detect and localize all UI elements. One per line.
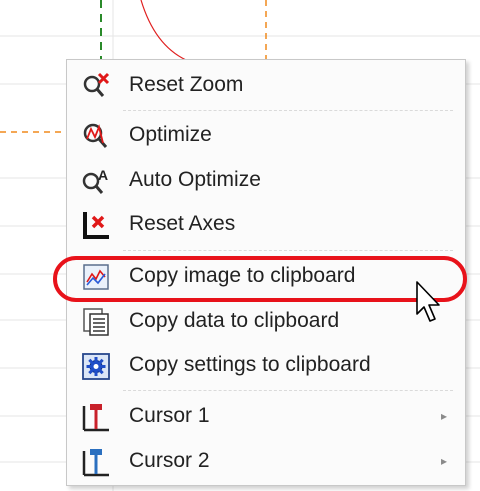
menu-item-cursor-1[interactable]: Cursor 1 ▸ <box>67 395 465 437</box>
menu-item-label: Copy settings to clipboard <box>129 353 371 376</box>
separator <box>123 390 453 391</box>
menu-item-label: Reset Zoom <box>129 73 244 96</box>
auto-optimize-icon: A <box>82 167 108 194</box>
menu-item-auto-optimize[interactable]: A Auto Optimize <box>67 159 465 201</box>
svg-text:A: A <box>98 167 108 183</box>
reset-axes-icon <box>83 212 109 239</box>
copy-data-icon <box>83 308 109 336</box>
menu-item-label: Auto Optimize <box>129 168 261 191</box>
submenu-arrow-icon: ▸ <box>440 409 447 423</box>
optimize-icon <box>83 123 108 148</box>
cursor-1-icon <box>82 404 109 432</box>
cursor-2-icon <box>82 449 109 477</box>
menu-item-copy-settings[interactable]: Copy settings to clipboard <box>67 344 465 386</box>
separator <box>123 110 453 111</box>
red-trace <box>140 0 187 61</box>
menu-item-reset-zoom[interactable]: Reset Zoom <box>67 64 465 106</box>
separator <box>123 250 453 251</box>
highlight-ellipse <box>53 256 467 302</box>
mouse-pointer-icon <box>416 281 440 322</box>
menu-item-label: Optimize <box>129 123 212 146</box>
menu-item-label: Reset Axes <box>129 212 236 235</box>
menu-item-cursor-2[interactable]: Cursor 2 ▸ <box>67 440 465 482</box>
menu-item-reset-axes[interactable]: Reset Axes <box>67 203 465 245</box>
menu-item-label: Copy data to clipboard <box>129 309 340 332</box>
menu-item-optimize[interactable]: Optimize <box>67 114 465 156</box>
menu-item-label: Cursor 2 <box>129 449 210 472</box>
menu-item-label: Cursor 1 <box>129 404 210 427</box>
copy-settings-icon <box>82 353 110 380</box>
reset-zoom-icon <box>83 72 110 97</box>
menu-item-copy-data[interactable]: Copy data to clipboard <box>67 300 465 342</box>
submenu-arrow-icon: ▸ <box>440 454 447 468</box>
